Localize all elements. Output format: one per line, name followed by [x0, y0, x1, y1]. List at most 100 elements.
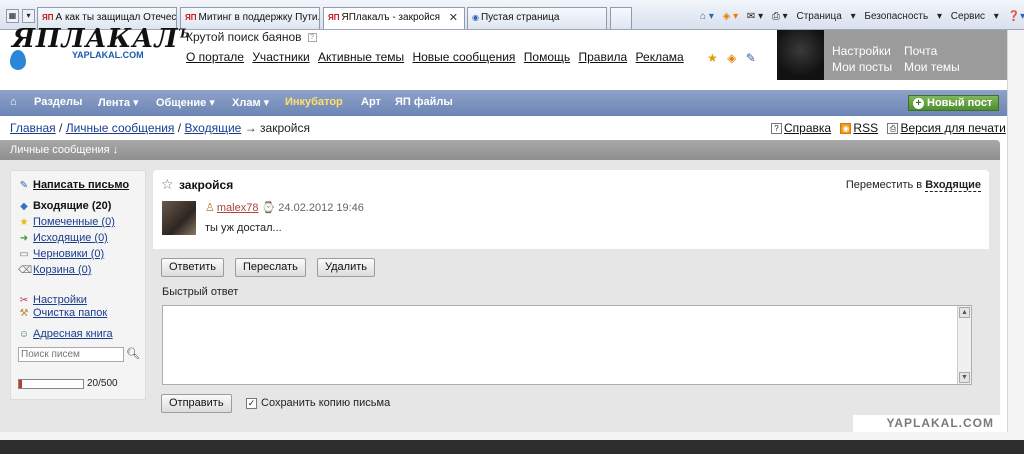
link-about[interactable]: О портале — [186, 50, 244, 64]
section-title[interactable]: Личные сообщения ↓ — [10, 144, 118, 156]
compose-link[interactable]: Написать письмо — [33, 179, 129, 191]
clock-icon: ⌚ — [261, 202, 276, 214]
forward-button[interactable]: Переслать — [235, 258, 306, 277]
breadcrumb-arrow: → — [244, 121, 257, 135]
breadcrumb-home[interactable]: Главная — [10, 121, 56, 135]
save-copy-option[interactable]: ✓ Сохранить копию письма — [246, 397, 390, 409]
rss-link[interactable]: RSS — [853, 121, 878, 135]
tab-title: ЯПлакалъ - закройся — [341, 12, 441, 23]
link-ads[interactable]: Реклама — [636, 50, 684, 64]
move-target-dropdown[interactable]: Входящие — [925, 179, 981, 192]
browser-tab-active[interactable]: ЯП ЯПлакалъ - закройся ✕ — [323, 7, 465, 29]
breadcrumb-inbox[interactable]: Входящие — [184, 121, 241, 135]
print-icon[interactable]: ⎙ ▾ — [772, 8, 788, 26]
nav-files[interactable]: ЯП файлы — [395, 96, 453, 108]
compose-item[interactable]: ✎ Написать письмо — [18, 179, 129, 191]
mail-icon[interactable]: ✉ ▾ — [747, 8, 763, 26]
user-posts-link[interactable]: Мои посты — [832, 60, 892, 74]
nav-feed[interactable]: Лента ▾ — [98, 96, 139, 109]
browser-tab-2[interactable]: ЯП Митинг в поддержку Пути... — [180, 7, 320, 29]
search-icon[interactable]: 🔍︎ — [126, 347, 140, 360]
user-settings-link[interactable]: Настройки — [832, 44, 891, 58]
folder-trash[interactable]: ⌫Корзина (0) — [18, 264, 91, 276]
tagline[interactable]: Крутой поиск баянов? — [186, 30, 317, 44]
folder-inbox-label[interactable]: Входящие (20) — [33, 200, 111, 212]
scroll-up-icon[interactable]: ▲ — [959, 307, 970, 318]
link-members[interactable]: Участники — [252, 50, 309, 64]
quota-fill — [19, 380, 22, 388]
user-avatar[interactable] — [777, 30, 824, 80]
nav-home-icon[interactable]: ⌂ — [10, 96, 17, 108]
save-copy-checkbox[interactable]: ✓ — [246, 397, 257, 409]
inbox-icon: ◆ — [20, 201, 28, 212]
folder-sent-label[interactable]: Исходящие (0) — [33, 232, 108, 244]
settings-link[interactable]: Настройки — [33, 294, 87, 306]
delete-button[interactable]: Удалить — [317, 258, 375, 277]
cleanup-item[interactable]: ⚒ Очистка папок — [18, 307, 108, 319]
nav-sections[interactable]: Разделы — [34, 96, 82, 108]
new-post-button[interactable]: + Новый пост — [908, 95, 1000, 111]
message-meta: ♙ malex78 ⌚ 24.02.2012 19:46 — [205, 201, 364, 214]
address-book-item[interactable]: ☺ Адресная книга — [18, 328, 113, 340]
close-tab-icon[interactable]: ✕ — [449, 8, 458, 28]
footer-band — [0, 432, 1024, 454]
textarea-scrollbar[interactable]: ▲ ▼ — [957, 306, 971, 384]
home-icon[interactable]: ⌂ ▾ — [700, 8, 714, 26]
settings-item[interactable]: ✂ Настройки — [18, 294, 87, 306]
browser-command-bar: ⌂ ▾ ◈ ▾ ✉ ▾ ⎙ ▾ Страница ▾ Безопасность … — [700, 8, 1024, 26]
tagline-text: Крутой поиск баянов — [186, 30, 302, 44]
cleanup-link[interactable]: Очистка папок — [33, 307, 107, 319]
user-mail-link[interactable]: Почта — [904, 44, 937, 58]
quick-reply-textarea[interactable]: ▲ ▼ — [162, 305, 972, 385]
favorites-star-icon[interactable]: ★ — [707, 51, 718, 65]
browser-tab-4[interactable]: ◉ Пустая страница — [467, 7, 607, 29]
folder-drafts-label[interactable]: Черновики (0) — [33, 248, 104, 260]
tab-grid-icon[interactable]: ▦ — [6, 9, 19, 23]
link-help[interactable]: Помощь — [524, 50, 570, 64]
folder-starred-label[interactable]: Помеченные (0) — [33, 216, 115, 228]
folder-starred[interactable]: ★ Помеченные (0) — [18, 216, 115, 228]
tagline-info-icon[interactable]: ? — [307, 33, 317, 43]
nav-junk[interactable]: Хлам ▾ — [232, 96, 269, 109]
folder-inbox[interactable]: ◆ Входящие (20) — [18, 200, 111, 212]
address-book-link[interactable]: Адресная книга — [33, 328, 113, 340]
message-body: ты уж достал... — [205, 222, 282, 234]
folder-sent[interactable]: ➜ Исходящие (0) — [18, 232, 108, 244]
new-tab-button[interactable] — [610, 7, 632, 29]
rss-icon[interactable]: ◈ — [727, 51, 736, 65]
folder-trash-label[interactable]: Корзина (0) — [33, 264, 91, 276]
trash-icon: ⌫ — [18, 265, 33, 276]
mail-search-input[interactable] — [18, 347, 124, 362]
nav-art[interactable]: Арт — [361, 96, 381, 108]
breadcrumb-pm[interactable]: Личные сообщения — [66, 121, 175, 135]
pencil-icon[interactable]: ✎ — [746, 51, 756, 65]
link-new-messages[interactable]: Новые сообщения — [412, 50, 515, 64]
link-active-topics[interactable]: Активные темы — [318, 50, 404, 64]
user-box: Настройки Почта Мои посты Мои темы — [777, 30, 1024, 80]
link-rules[interactable]: Правила — [578, 50, 627, 64]
contacts-icon: ☺ — [18, 329, 30, 340]
security-menu[interactable]: Безопасность ▾ — [864, 8, 942, 26]
site-logo[interactable]: ЯПЛАКАЛЪ YAPLAKAL.COM — [8, 24, 190, 90]
nav-chat[interactable]: Общение ▾ — [156, 96, 215, 109]
help-icon[interactable]: ❓▾ — [1008, 8, 1024, 26]
user-topics-link[interactable]: Мои темы — [904, 60, 960, 74]
mark-star-icon[interactable]: ☆ — [161, 176, 174, 193]
tab-list-icon[interactable]: ▾ — [22, 9, 35, 23]
help-icon: ? — [771, 123, 782, 135]
scroll-down-icon[interactable]: ▼ — [959, 372, 970, 383]
folder-drafts[interactable]: ▭ Черновики (0) — [18, 248, 104, 260]
feeds-icon[interactable]: ◈ ▾ — [723, 8, 739, 26]
help-link[interactable]: Справка — [784, 121, 831, 135]
sender-link[interactable]: malex78 — [217, 202, 259, 214]
print-version-link[interactable]: Версия для печати — [900, 121, 1005, 135]
send-button[interactable]: Отправить — [161, 394, 232, 413]
message-card: ☆ закройся Переместить в Входящие ♙ malex… — [153, 170, 989, 249]
nav-incubator[interactable]: Инкубатор — [285, 96, 343, 108]
page-menu[interactable]: Страница ▾ — [796, 8, 855, 26]
tools-menu[interactable]: Сервис ▾ — [951, 8, 999, 26]
move-label: Переместить в — [845, 179, 923, 191]
page-scrollbar[interactable] — [1007, 30, 1024, 432]
sender-avatar[interactable] — [162, 201, 196, 235]
reply-button[interactable]: Ответить — [161, 258, 225, 277]
